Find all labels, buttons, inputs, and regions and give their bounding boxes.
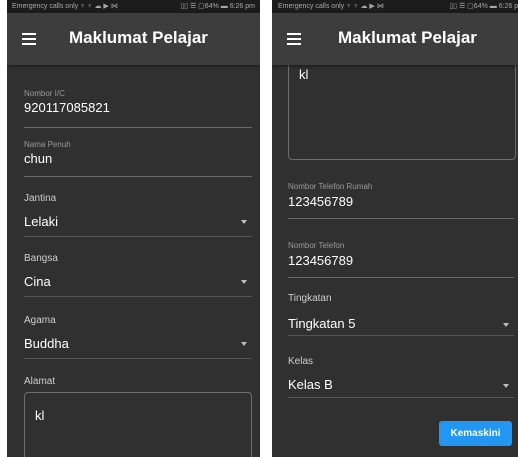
religion-label: Agama bbox=[24, 315, 56, 326]
page-title: Maklumat Pelajar bbox=[338, 28, 477, 47]
status-bar: Emergency calls only ♆ ♆ ☁ ▶ ⋈ ▯▯ ☰ ▢64%… bbox=[272, 0, 518, 13]
level-label: Tingkatan bbox=[288, 293, 332, 304]
status-left-text: Emergency calls only ♆ ♆ ☁ ▶ ⋈ bbox=[278, 3, 384, 10]
class-value: Kelas B bbox=[288, 377, 333, 392]
menu-icon[interactable] bbox=[287, 33, 301, 45]
ic-number-value: 920117085821 bbox=[24, 100, 110, 115]
gender-underline bbox=[24, 236, 252, 237]
race-value: Cina bbox=[24, 274, 51, 289]
ic-number-label: Nombor I/C bbox=[24, 89, 65, 98]
status-right-text: ▯▯ ☰ ▢64% ▬ 6:26 pm bbox=[449, 3, 518, 10]
phone-underline bbox=[288, 277, 514, 278]
home-phone-field[interactable]: Nombor Telefon Rumah 123456789 bbox=[288, 182, 514, 222]
race-label: Bangsa bbox=[24, 253, 58, 264]
gender-dropdown[interactable]: Jantina Lelaki bbox=[24, 193, 252, 238]
address-textarea[interactable]: kl bbox=[24, 392, 252, 457]
page-title: Maklumat Pelajar bbox=[69, 28, 208, 47]
full-name-value: chun bbox=[24, 151, 53, 166]
app-bar: Maklumat Pelajar bbox=[272, 13, 518, 65]
status-left-text: Emergency calls only ♆ ♆ ☁ ▶ ⋈ bbox=[12, 3, 118, 10]
chevron-down-icon bbox=[503, 384, 509, 388]
level-dropdown[interactable]: Tingkatan Tingkatan 5 bbox=[288, 293, 514, 337]
religion-dropdown[interactable]: Agama Buddha bbox=[24, 315, 252, 360]
religion-underline bbox=[24, 358, 252, 359]
full-name-label: Nama Penuh bbox=[24, 140, 71, 149]
ic-number-underline bbox=[24, 127, 252, 128]
race-dropdown[interactable]: Bangsa Cina bbox=[24, 253, 252, 298]
chevron-down-icon bbox=[503, 323, 509, 327]
chevron-down-icon bbox=[241, 342, 247, 346]
menu-icon[interactable] bbox=[22, 33, 36, 45]
level-value: Tingkatan 5 bbox=[288, 316, 356, 331]
ic-number-field[interactable]: Nombor I/C 920117085821 bbox=[24, 89, 252, 129]
phone-label: Nombor Telefon bbox=[288, 241, 345, 250]
full-name-underline bbox=[24, 176, 252, 177]
home-phone-label: Nombor Telefon Rumah bbox=[288, 182, 373, 191]
class-label: Kelas bbox=[288, 356, 314, 367]
gender-label: Jantina bbox=[24, 193, 57, 204]
chevron-down-icon bbox=[241, 280, 247, 284]
phone-field[interactable]: Nombor Telefon 123456789 bbox=[288, 241, 514, 281]
class-underline bbox=[288, 397, 514, 398]
level-underline bbox=[288, 335, 514, 336]
phone-value: 123456789 bbox=[288, 253, 354, 268]
update-button[interactable]: Kemaskini bbox=[439, 421, 512, 446]
status-right-text: ▯▯ ☰ ▢64% ▬ 6:26 pm bbox=[180, 3, 255, 10]
app-bar: Maklumat Pelajar bbox=[7, 13, 260, 65]
full-name-field[interactable]: Nama Penuh chun bbox=[24, 140, 252, 180]
left-screen: Emergency calls only ♆ ♆ ☁ ▶ ⋈ ▯▯ ☰ ▢64%… bbox=[7, 0, 260, 457]
home-phone-underline bbox=[288, 218, 514, 219]
chevron-down-icon bbox=[241, 220, 247, 224]
status-bar: Emergency calls only ♆ ♆ ☁ ▶ ⋈ ▯▯ ☰ ▢64%… bbox=[7, 0, 260, 13]
race-underline bbox=[24, 296, 252, 297]
right-screen: Emergency calls only ♆ ♆ ☁ ▶ ⋈ ▯▯ ☰ ▢64%… bbox=[272, 0, 518, 457]
address-label: Alamat bbox=[24, 376, 56, 387]
gender-value: Lelaki bbox=[24, 214, 58, 229]
home-phone-value: 123456789 bbox=[288, 194, 354, 209]
religion-value: Buddha bbox=[24, 336, 69, 351]
class-dropdown[interactable]: Kelas Kelas B bbox=[288, 356, 514, 400]
